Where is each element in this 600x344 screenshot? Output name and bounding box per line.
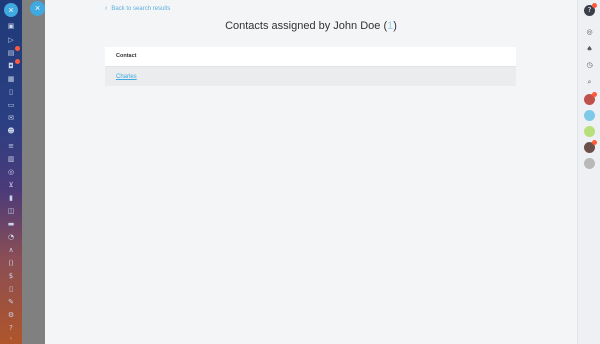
code-icon[interactable]: ⟨⟩: [5, 259, 17, 268]
page-title-text: Contacts assigned by John Doe: [225, 20, 381, 32]
booking-icon[interactable]: ▬: [5, 220, 17, 229]
drive-icon[interactable]: ▭: [5, 101, 17, 110]
avatar-badge: [592, 140, 597, 145]
panel-close-button[interactable]: ×: [30, 1, 45, 16]
pen-icon[interactable]: ✎: [5, 298, 17, 307]
chevron-left-icon: ‹: [105, 5, 108, 12]
search-icon[interactable]: ⌕: [584, 77, 595, 88]
contacts-table: Contact Charles: [105, 47, 516, 86]
feed-icon[interactable]: ▷: [5, 36, 17, 45]
settings-icon[interactable]: ⚙: [5, 311, 17, 320]
left-nav: × ▣ ▷ ▤ ◘ ▦ ▯ ▭ ✉ ☻ ≡ ▥ ◎ ⊻ ▮ ◫ ▬ ◔ ∧ ⟨⟩…: [0, 0, 22, 344]
analytics-icon[interactable]: ∧: [5, 246, 17, 255]
chat-icon[interactable]: ◘: [5, 59, 20, 71]
avatar[interactable]: [584, 140, 597, 153]
help-badge: [592, 3, 597, 8]
time-icon[interactable]: ◔: [5, 233, 17, 242]
page-title: Contacts assigned by John Doe (1): [45, 20, 577, 32]
dollar-icon[interactable]: $: [5, 272, 17, 281]
filter-icon[interactable]: ≡: [5, 142, 17, 151]
avatar[interactable]: [584, 92, 597, 105]
back-to-search-link[interactable]: ‹ Back to search results: [105, 5, 170, 12]
timer-icon[interactable]: ◷: [584, 60, 595, 71]
chat-badge: [15, 59, 20, 64]
settings-icon[interactable]: ◎: [584, 27, 595, 38]
contacts-panel: ‹ Back to search results Contacts assigne…: [45, 0, 577, 344]
crm-icon[interactable]: ◫: [5, 207, 17, 216]
desktop-icon[interactable]: ▣: [5, 22, 17, 31]
bell-icon[interactable]: ♠: [584, 44, 595, 55]
tasks-icon[interactable]: ▤: [5, 46, 20, 58]
avatar[interactable]: [584, 158, 595, 169]
contact-count: 1: [387, 20, 394, 32]
tasks-badge: [15, 46, 20, 51]
contact-link[interactable]: Charles: [116, 74, 137, 80]
avatar[interactable]: [584, 110, 595, 121]
help-icon[interactable]: ?: [584, 3, 597, 16]
back-link-label: Back to search results: [111, 6, 171, 12]
user-icon[interactable]: ◦: [5, 335, 17, 344]
groups-icon[interactable]: ☻: [5, 127, 17, 136]
store-icon[interactable]: ▥: [5, 155, 17, 164]
column-header-contact: Contact: [116, 53, 137, 59]
overlay-backdrop[interactable]: [22, 0, 45, 344]
target-icon[interactable]: ◎: [5, 168, 17, 177]
table-header: Contact: [105, 47, 516, 66]
title-count-wrapper: (1): [383, 20, 397, 32]
help-icon[interactable]: ?: [5, 324, 17, 333]
calendar-icon[interactable]: ▦: [5, 75, 17, 84]
mail-icon[interactable]: ✉: [5, 114, 17, 123]
table-row: Charles: [105, 66, 516, 86]
chart-icon[interactable]: ▮: [5, 194, 17, 203]
nav-close-button[interactable]: ×: [4, 3, 18, 17]
avatar-badge: [592, 92, 597, 97]
cart-icon[interactable]: ⊻: [5, 181, 17, 190]
document-icon[interactable]: ▯: [5, 88, 17, 97]
right-sidebar: ? ◎ ♠ ◷ ⌕: [577, 0, 600, 344]
file-icon[interactable]: ▯: [5, 285, 17, 294]
avatar[interactable]: [584, 126, 595, 137]
